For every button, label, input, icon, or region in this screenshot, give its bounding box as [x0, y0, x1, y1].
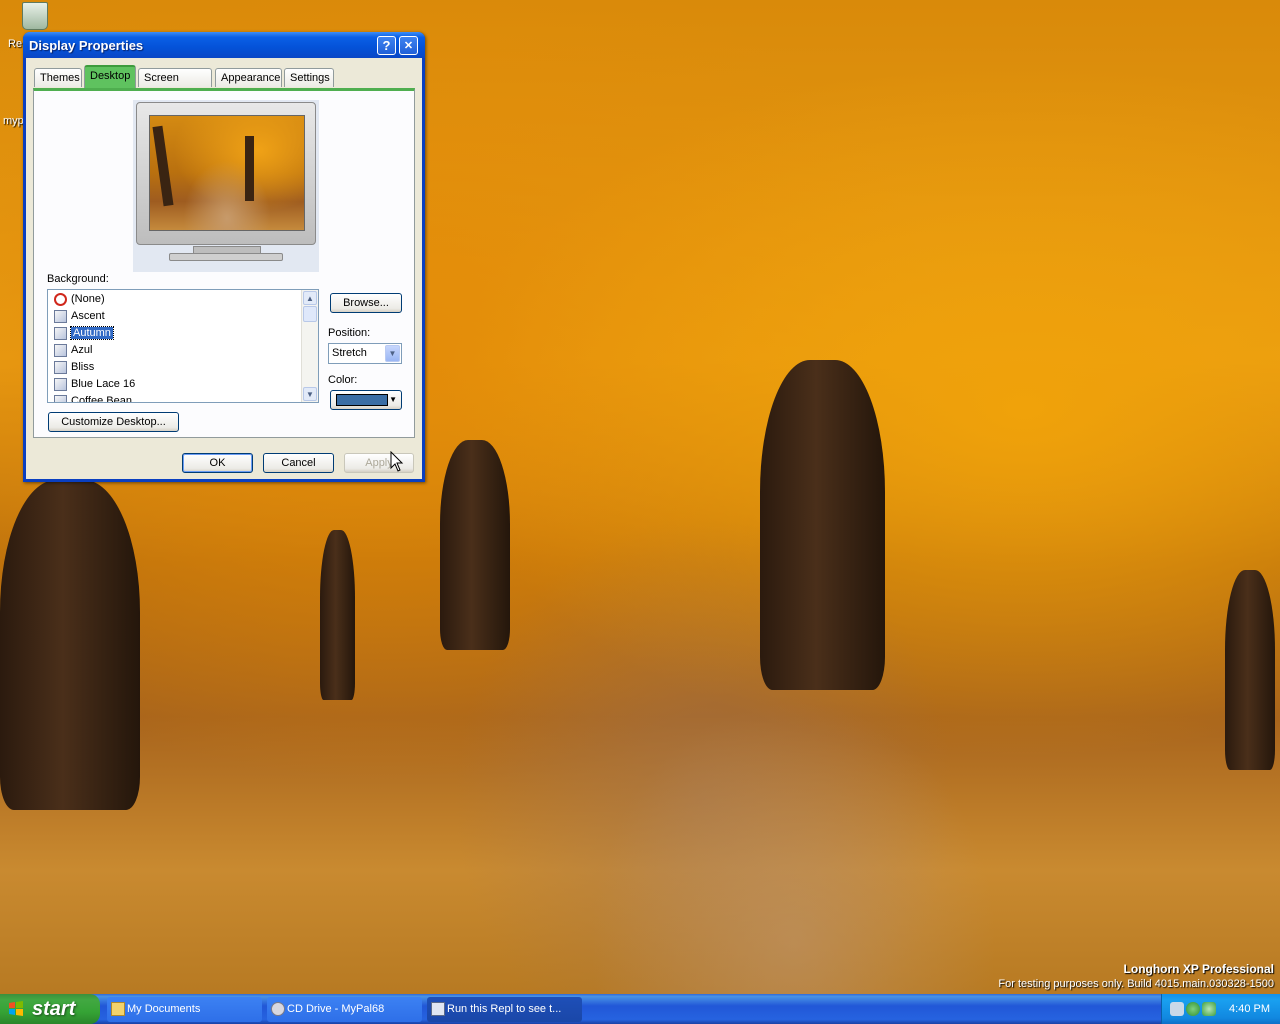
- list-item[interactable]: (None): [54, 291, 105, 308]
- taskbar-item-cd-drive[interactable]: CD Drive - MyPal68: [267, 997, 422, 1022]
- preview-area: [133, 100, 319, 272]
- image-file-icon: [54, 309, 67, 323]
- watermark-title: Longhorn XP Professional: [1123, 962, 1274, 976]
- image-file-icon: [54, 360, 67, 374]
- system-tray: 4:40 PM: [1161, 994, 1280, 1024]
- tree-trunk: [440, 440, 510, 650]
- taskbar-item-label: CD Drive - MyPal68: [287, 1003, 385, 1015]
- mouse-cursor-icon: [390, 451, 404, 472]
- position-label: Position:: [328, 327, 371, 339]
- list-item-label: Ascent: [71, 310, 105, 322]
- list-item[interactable]: Bliss: [54, 359, 94, 376]
- cd-drive-icon: [271, 1002, 285, 1016]
- cancel-button[interactable]: Cancel: [263, 453, 334, 473]
- start-label: start: [32, 998, 76, 1020]
- background-listbox[interactable]: (None) Ascent Autumn Azul Bliss Blue Lac…: [47, 289, 319, 403]
- image-file-icon: [54, 343, 67, 357]
- display-properties-dialog: Display Properties ? ✕ Themes Desktop Sc…: [23, 32, 425, 482]
- taskbar-item-label: Run this Repl to see t...: [447, 1003, 562, 1015]
- scroll-up-icon[interactable]: ▲: [303, 291, 317, 305]
- chevron-down-icon[interactable]: ▼: [385, 345, 400, 362]
- background-label: Background:: [47, 273, 109, 285]
- list-item-label: Autumn: [70, 326, 114, 340]
- start-button[interactable]: start: [0, 994, 100, 1024]
- recycle-bin-glyph: [22, 2, 48, 30]
- image-file-icon: [54, 326, 67, 340]
- image-file-icon: [54, 394, 67, 402]
- list-item[interactable]: Blue Lace 16: [54, 376, 135, 393]
- shield-icon[interactable]: [1202, 1002, 1216, 1016]
- color-swatch: [336, 394, 388, 406]
- tree-trunk: [760, 360, 885, 690]
- windows-logo-icon: [9, 1001, 23, 1016]
- network-icon[interactable]: [1170, 1002, 1184, 1016]
- taskbar-item-run-repl[interactable]: Run this Repl to see t...: [427, 997, 582, 1022]
- dialog-client: Themes Desktop Screen Saver Appearance S…: [26, 58, 422, 479]
- monitor-base: [169, 253, 283, 261]
- list-item[interactable]: Coffee Bean: [54, 393, 132, 403]
- position-dropdown[interactable]: Stretch ▼: [328, 343, 402, 364]
- scroll-down-icon[interactable]: ▼: [303, 387, 317, 401]
- wallpaper-preview: [149, 115, 305, 231]
- display-properties-icon: [431, 1002, 445, 1016]
- scroll-thumb[interactable]: [303, 306, 317, 322]
- customize-desktop-button[interactable]: Customize Desktop...: [48, 412, 179, 432]
- tree-trunk: [1225, 570, 1275, 770]
- recycle-bin-label[interactable]: Re: [8, 38, 22, 50]
- listbox-scrollbar[interactable]: ▲ ▼: [301, 290, 318, 402]
- help-button[interactable]: ?: [377, 36, 396, 55]
- color-picker-button[interactable]: ▼: [330, 390, 402, 410]
- tab-settings[interactable]: Settings: [284, 68, 334, 87]
- tab-themes[interactable]: Themes: [34, 68, 82, 87]
- tab-appearance[interactable]: Appearance: [215, 68, 282, 87]
- list-item-label: (None): [71, 293, 105, 305]
- list-item[interactable]: Azul: [54, 342, 92, 359]
- chevron-down-icon: ▼: [389, 395, 397, 404]
- tab-desktop[interactable]: Desktop: [84, 65, 136, 88]
- list-item-label: Coffee Bean: [71, 395, 132, 403]
- list-item-label: Azul: [71, 344, 93, 356]
- dialog-title: Display Properties: [29, 38, 144, 53]
- watermark-build: For testing purposes only. Build 4015.ma…: [998, 978, 1274, 990]
- build-watermark: Longhorn XP Professional For testing pur…: [998, 962, 1274, 990]
- mypal-label[interactable]: myp: [3, 115, 24, 127]
- list-item-label: Blue Lace 16: [71, 378, 136, 390]
- dialog-titlebar[interactable]: Display Properties ? ✕: [23, 32, 425, 58]
- folder-icon: [111, 1002, 125, 1016]
- image-file-icon: [54, 377, 67, 391]
- tree-trunk: [0, 480, 140, 810]
- clock[interactable]: 4:40 PM: [1229, 1003, 1270, 1015]
- ok-button[interactable]: OK: [182, 453, 253, 473]
- list-item-selected[interactable]: Autumn: [54, 325, 114, 342]
- desktop-tab-panel: Background: (None) Ascent Autumn Azul Bl…: [33, 88, 415, 438]
- monitor-preview: [136, 102, 316, 245]
- globe-icon[interactable]: [1186, 1002, 1200, 1016]
- tab-screen-saver[interactable]: Screen Saver: [138, 68, 212, 103]
- position-value: Stretch: [332, 347, 367, 359]
- browse-button[interactable]: Browse...: [330, 293, 402, 313]
- list-item[interactable]: Ascent: [54, 308, 105, 325]
- color-label: Color:: [328, 374, 358, 386]
- taskbar: start My Documents CD Drive - MyPal68 Ru…: [0, 994, 1280, 1024]
- list-item-label: Bliss: [71, 361, 95, 373]
- none-icon: [54, 292, 67, 306]
- recycle-bin-icon[interactable]: [22, 2, 48, 30]
- tree-trunk: [320, 530, 355, 700]
- taskbar-item-my-documents[interactable]: My Documents: [107, 997, 262, 1022]
- taskbar-item-label: My Documents: [127, 1003, 201, 1015]
- close-button[interactable]: ✕: [399, 36, 418, 55]
